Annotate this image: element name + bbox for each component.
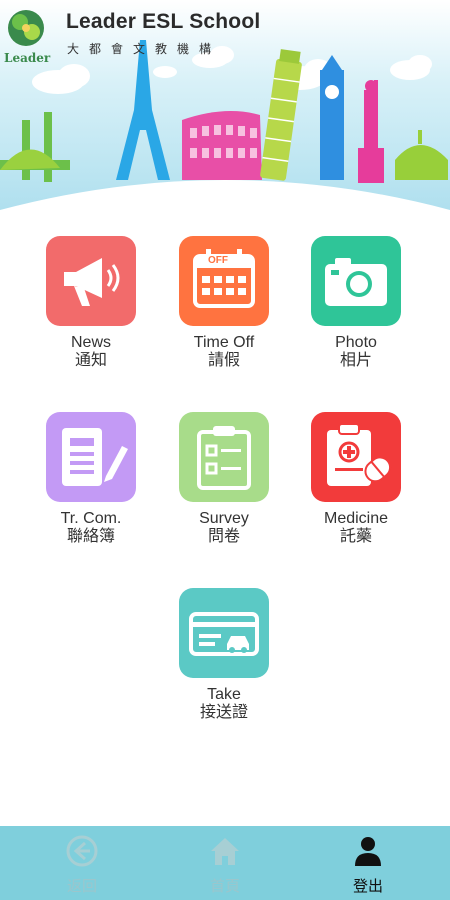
- megaphone-icon: [64, 258, 120, 306]
- take-label-zh: 接送證: [199, 704, 248, 721]
- nav-back-button[interactable]: 返回: [32, 834, 132, 896]
- survey-label-en: Survey: [199, 510, 249, 527]
- menu-item-survey[interactable]: Survey 問卷: [154, 412, 294, 572]
- news-label-zh: 通知: [74, 352, 107, 369]
- menu-item-news[interactable]: News 通知: [21, 236, 161, 396]
- tr-com-label-zh: 聯絡簿: [66, 528, 115, 545]
- school-title: Leader ESL School: [66, 10, 261, 33]
- pickup-card-icon: [189, 612, 259, 656]
- home-icon: [211, 838, 239, 865]
- take-tile-bg: [179, 588, 269, 678]
- time-off-label-en: Time Off: [193, 334, 255, 351]
- survey-tile-bg: [179, 412, 269, 502]
- time-off-label-zh: 請假: [207, 352, 240, 369]
- menu-item-time-off[interactable]: OFF Time Off 請假: [154, 236, 294, 396]
- nav-home-label: 首頁: [209, 878, 240, 895]
- time-off-tile-bg: OFF: [179, 236, 269, 326]
- photo-tile-bg: [311, 236, 401, 326]
- svg-text:Leader: Leader: [4, 51, 51, 64]
- notebook-pencil-icon: [62, 428, 128, 486]
- leader-logo: Leader: [4, 10, 51, 64]
- nav-back-label: 返回: [66, 878, 97, 895]
- bottom-navigation-bar: 返回 首頁 登出: [0, 826, 450, 900]
- photo-label-zh: 相片: [339, 352, 372, 369]
- menu-item-take[interactable]: Take 接送證: [154, 588, 294, 748]
- back-arrow-icon: [66, 835, 98, 867]
- calendar-off-icon: [193, 249, 255, 308]
- tr-com-label-en: Tr. Com.: [60, 510, 122, 527]
- school-subtitle: 大都會文教機構: [67, 42, 222, 56]
- menu-item-tr-com[interactable]: Tr. Com. 聯絡簿: [21, 412, 161, 572]
- news-label-en: News: [70, 334, 111, 351]
- off-badge: OFF: [208, 255, 228, 266]
- app-header: Leader Leader ESL School 大都會文教機構: [0, 0, 450, 230]
- nav-home-button[interactable]: 首頁: [175, 834, 275, 896]
- medicine-clipboard-icon: [327, 423, 392, 486]
- menu-item-medicine[interactable]: Medicine 託藥: [286, 412, 426, 572]
- clipboard-checklist-icon: [197, 426, 251, 490]
- city-skyline-illustration: [0, 0, 450, 230]
- camera-icon: [325, 258, 387, 306]
- nav-logout-button[interactable]: 登出: [318, 834, 418, 896]
- menu-item-photo[interactable]: Photo 相片: [286, 236, 426, 396]
- medicine-tile-bg: [311, 412, 401, 502]
- medicine-label-zh: 託藥: [339, 528, 372, 545]
- medicine-label-en: Medicine: [323, 510, 389, 527]
- user-icon: [355, 837, 381, 866]
- take-label-en: Take: [207, 686, 241, 703]
- nav-logout-label: 登出: [352, 878, 383, 895]
- survey-label-zh: 問卷: [207, 528, 240, 545]
- photo-label-en: Photo: [335, 334, 377, 351]
- news-tile-bg: [46, 236, 136, 326]
- tr-com-tile-bg: [46, 412, 136, 502]
